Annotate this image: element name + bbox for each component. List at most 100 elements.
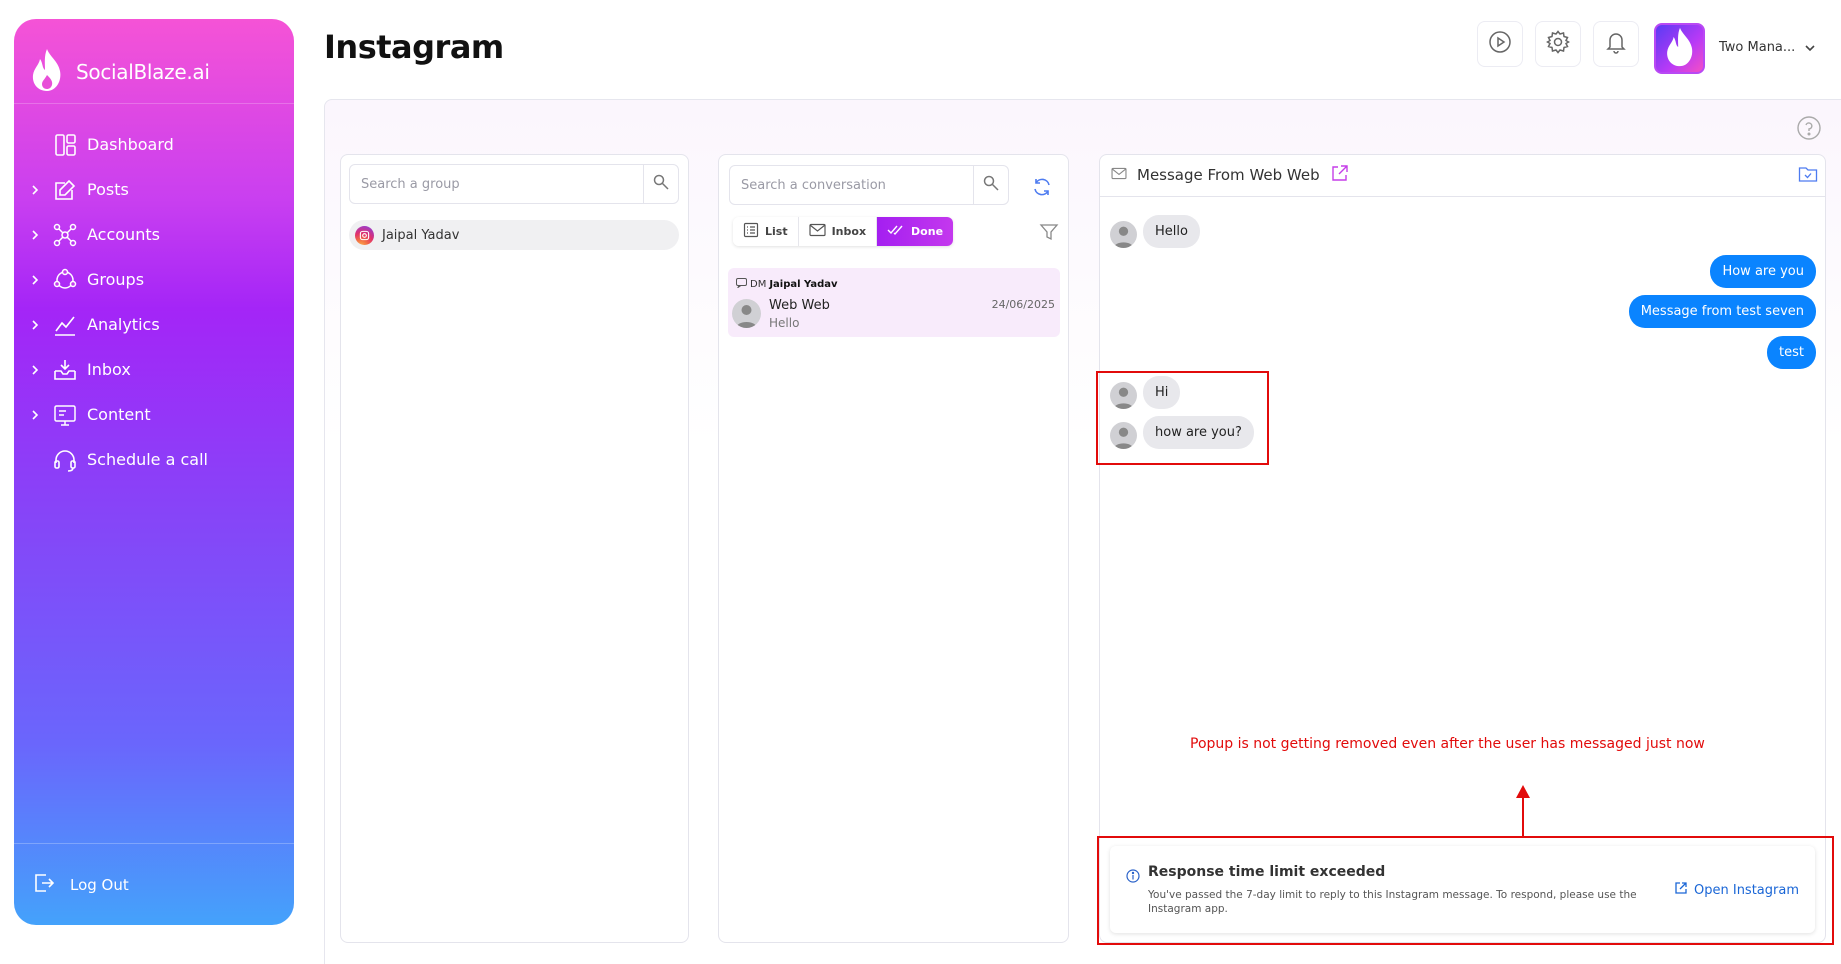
play-video-button[interactable] — [1477, 21, 1523, 67]
logout-icon — [32, 871, 56, 899]
sidebar-item-label: Dashboard — [87, 135, 174, 154]
avatar — [1110, 221, 1137, 248]
accounts-icon — [52, 222, 78, 248]
logout-button[interactable]: Log Out — [14, 843, 294, 925]
tab-label: Inbox — [831, 225, 867, 238]
sidebar: SocialBlaze.ai Dashboard Posts Accounts … — [14, 19, 294, 925]
tab-label: List — [765, 225, 788, 238]
tab-list[interactable]: List — [733, 217, 799, 246]
chevron-down-icon[interactable] — [1803, 40, 1817, 59]
conversation-type-label: DM — [750, 279, 767, 290]
logout-label: Log Out — [70, 875, 129, 894]
envelope-icon — [1111, 166, 1127, 184]
sidebar-item-label: Analytics — [87, 315, 160, 334]
brand-name: SocialBlaze.ai — [76, 60, 210, 84]
group-item-name: Jaipal Yadav — [382, 227, 460, 243]
tab-label: Done — [911, 225, 944, 238]
external-link-icon — [1674, 881, 1688, 899]
account-name[interactable]: Two Mana... — [1719, 40, 1795, 55]
chevron-right-icon — [32, 275, 39, 285]
search-icon — [652, 173, 670, 195]
group-search-input[interactable]: Search a group — [350, 177, 643, 192]
conversation-name: Web Web — [769, 298, 830, 313]
sidebar-item-label: Schedule a call — [87, 450, 208, 469]
message-bubble-outgoing: test — [1767, 336, 1816, 369]
conversation-search-button[interactable] — [973, 166, 1008, 204]
conversation-group: Jaipal Yadav — [769, 279, 838, 290]
tab-inbox[interactable]: Inbox — [798, 217, 878, 246]
message-bubble-outgoing: Message from test seven — [1628, 295, 1816, 328]
notifications-button[interactable] — [1593, 21, 1639, 67]
dashboard-icon — [52, 132, 78, 158]
conversation-search-input[interactable]: Search a conversation — [730, 178, 973, 193]
filter-icon[interactable] — [1039, 222, 1059, 246]
avatar — [732, 299, 761, 328]
message-header: Message From Web Web — [1099, 154, 1826, 197]
chevron-right-icon — [32, 230, 39, 240]
sidebar-item-content[interactable]: Content — [14, 392, 294, 437]
settings-button[interactable] — [1535, 21, 1581, 67]
group-search-button[interactable] — [643, 165, 678, 203]
page-title: Instagram — [324, 28, 504, 66]
open-instagram-label: Open Instagram — [1694, 882, 1799, 898]
conversation-item[interactable]: DM Jaipal Yadav Web Web Hello 24/06/2025 — [728, 268, 1060, 337]
sidebar-item-label: Groups — [87, 270, 145, 289]
annotation-text: Popup is not getting removed even after … — [1190, 736, 1705, 752]
posts-icon — [52, 177, 78, 203]
envelope-icon — [808, 223, 826, 240]
sidebar-item-inbox[interactable]: Inbox — [14, 347, 294, 392]
archive-folder-icon[interactable] — [1798, 165, 1818, 187]
sidebar-item-posts[interactable]: Posts — [14, 167, 294, 212]
sidebar-item-schedule-call[interactable]: Schedule a call — [14, 437, 294, 482]
share-icon[interactable] — [1330, 163, 1350, 187]
conversation-date: 24/06/2025 — [991, 298, 1055, 311]
sidebar-item-label: Content — [87, 405, 151, 424]
instagram-icon — [355, 225, 374, 245]
annotation-highlight-box — [1096, 371, 1269, 465]
double-check-icon — [887, 224, 905, 239]
play-circle-icon — [1487, 29, 1513, 59]
message-bubble-outgoing: How are you — [1710, 255, 1816, 288]
refresh-icon[interactable] — [1031, 176, 1053, 202]
search-icon — [982, 174, 1000, 196]
groups-icon — [52, 267, 78, 293]
inbox-icon — [52, 357, 78, 383]
conversation-preview: Hello — [769, 316, 800, 330]
info-icon — [1126, 868, 1140, 887]
sidebar-item-label: Posts — [87, 180, 129, 199]
conversation-filter-tabs: List Inbox Done — [733, 217, 954, 246]
sidebar-item-groups[interactable]: Groups — [14, 257, 294, 302]
flame-logo-icon — [28, 47, 66, 97]
bell-icon — [1603, 29, 1629, 59]
message-header-title: Message From Web Web — [1137, 166, 1320, 184]
analytics-icon — [52, 312, 78, 338]
message-bubble-incoming: Hello — [1143, 215, 1200, 248]
open-instagram-link[interactable]: Open Instagram — [1674, 881, 1799, 899]
sidebar-nav: Dashboard Posts Accounts Groups Analytic… — [14, 122, 294, 482]
response-limit-alert: Response time limit exceeded You've pass… — [1110, 846, 1815, 933]
brand[interactable]: SocialBlaze.ai — [14, 19, 294, 104]
list-icon — [743, 222, 759, 241]
flame-avatar-icon — [1662, 26, 1698, 72]
tab-done[interactable]: Done — [877, 217, 954, 246]
help-icon[interactable] — [1796, 115, 1822, 145]
sidebar-item-analytics[interactable]: Analytics — [14, 302, 294, 347]
chevron-right-icon — [32, 365, 39, 375]
annotation-arrow — [1522, 796, 1524, 836]
chevron-right-icon — [32, 185, 39, 195]
group-item[interactable]: Jaipal Yadav — [349, 220, 679, 250]
chat-bubble-icon — [736, 278, 747, 291]
headset-icon — [52, 447, 78, 473]
sidebar-item-accounts[interactable]: Accounts — [14, 212, 294, 257]
content-icon — [52, 402, 78, 428]
alert-body: You've passed the 7-day limit to reply t… — [1148, 889, 1637, 915]
account-avatar[interactable] — [1654, 23, 1705, 74]
sidebar-item-dashboard[interactable]: Dashboard — [14, 122, 294, 167]
alert-title: Response time limit exceeded — [1148, 864, 1386, 880]
conversation-type: DM Jaipal Yadav — [736, 278, 838, 291]
groups-panel — [340, 154, 689, 943]
sidebar-item-label: Accounts — [87, 225, 160, 244]
conversation-search: Search a conversation — [729, 165, 1009, 205]
chevron-right-icon — [32, 410, 39, 420]
chevron-right-icon — [32, 320, 39, 330]
